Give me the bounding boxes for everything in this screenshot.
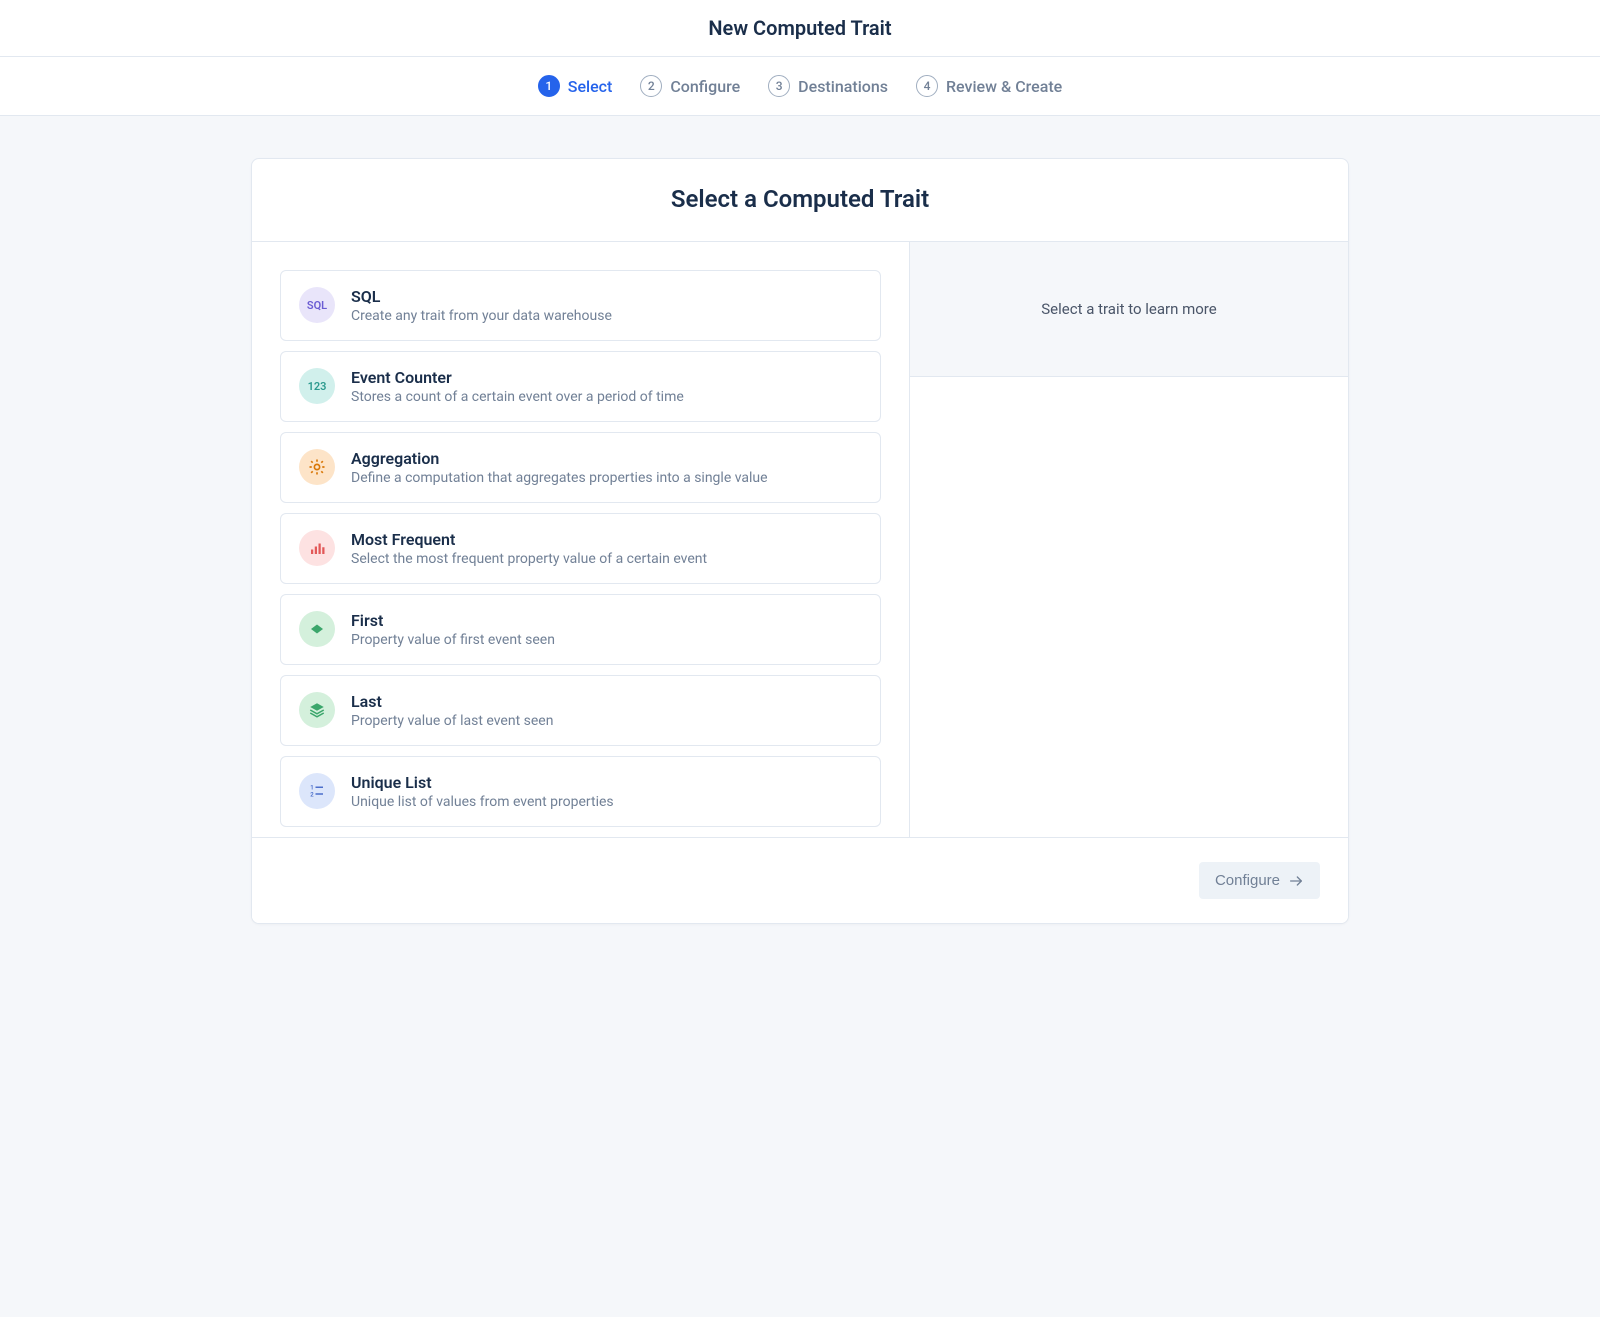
trait-desc: Unique list of values from event propert… — [351, 794, 862, 810]
trait-text: SQL Create any trait from your data ware… — [351, 287, 862, 324]
card-header: Select a Computed Trait — [252, 159, 1348, 242]
step-number: 1 — [538, 75, 560, 97]
trait-desc: Define a computation that aggregates pro… — [351, 470, 862, 486]
counter-icon: 123 — [299, 368, 335, 404]
main-card: Select a Computed Trait SQL SQL Create a… — [251, 158, 1349, 924]
step-label: Select — [568, 77, 613, 96]
trait-text: Unique List Unique list of values from e… — [351, 773, 862, 810]
trait-title: Most Frequent — [351, 530, 862, 549]
diamond-icon — [299, 611, 335, 647]
bar-chart-icon — [299, 530, 335, 566]
step-destinations[interactable]: 3 Destinations — [768, 75, 888, 97]
trait-desc: Select the most frequent property value … — [351, 551, 862, 567]
step-select[interactable]: 1 Select — [538, 75, 613, 97]
svg-text:1: 1 — [310, 785, 313, 792]
trait-text: First Property value of first event seen — [351, 611, 862, 648]
numbered-list-icon: 12 — [299, 773, 335, 809]
step-label: Review & Create — [946, 77, 1062, 96]
trait-item-sql[interactable]: SQL SQL Create any trait from your data … — [280, 270, 881, 341]
step-label: Configure — [670, 77, 740, 96]
details-content — [910, 377, 1348, 837]
step-number: 3 — [768, 75, 790, 97]
step-label: Destinations — [798, 77, 888, 96]
trait-item-most-frequent[interactable]: Most Frequent Select the most frequent p… — [280, 513, 881, 584]
trait-title: First — [351, 611, 862, 630]
sql-icon: SQL — [299, 287, 335, 323]
trait-title: Aggregation — [351, 449, 862, 468]
trait-title: Last — [351, 692, 862, 711]
trait-item-unique-list[interactable]: 12 Unique List Unique list of values fro… — [280, 756, 881, 827]
page-header: New Computed Trait — [0, 0, 1600, 57]
card-body: SQL SQL Create any trait from your data … — [252, 242, 1348, 837]
trait-item-aggregation[interactable]: Aggregation Define a computation that ag… — [280, 432, 881, 503]
card-footer: Configure — [252, 837, 1348, 923]
card-title: Select a Computed Trait — [252, 185, 1348, 213]
trait-desc: Stores a count of a certain event over a… — [351, 389, 862, 405]
step-number: 2 — [640, 75, 662, 97]
svg-text:2: 2 — [310, 791, 314, 798]
stepper: 1 Select 2 Configure 3 Destinations 4 Re… — [0, 57, 1600, 116]
trait-desc: Property value of first event seen — [351, 632, 862, 648]
trait-text: Last Property value of last event seen — [351, 692, 862, 729]
step-number: 4 — [916, 75, 938, 97]
arrow-right-icon — [1288, 873, 1304, 889]
trait-text: Aggregation Define a computation that ag… — [351, 449, 862, 486]
trait-desc: Create any trait from your data warehous… — [351, 308, 862, 324]
trait-item-event-counter[interactable]: 123 Event Counter Stores a count of a ce… — [280, 351, 881, 422]
trait-text: Most Frequent Select the most frequent p… — [351, 530, 862, 567]
trait-item-first[interactable]: First Property value of first event seen — [280, 594, 881, 665]
trait-title: Event Counter — [351, 368, 862, 387]
step-configure[interactable]: 2 Configure — [640, 75, 740, 97]
details-empty-message: Select a trait to learn more — [910, 242, 1348, 377]
aggregation-icon — [299, 449, 335, 485]
step-review-create[interactable]: 4 Review & Create — [916, 75, 1062, 97]
trait-title: Unique List — [351, 773, 862, 792]
workspace: Select a Computed Trait SQL SQL Create a… — [0, 116, 1600, 1317]
trait-desc: Property value of last event seen — [351, 713, 862, 729]
details-panel: Select a trait to learn more — [909, 242, 1348, 837]
trait-text: Event Counter Stores a count of a certai… — [351, 368, 862, 405]
trait-item-last[interactable]: Last Property value of last event seen — [280, 675, 881, 746]
trait-list: SQL SQL Create any trait from your data … — [252, 242, 909, 837]
layers-icon — [299, 692, 335, 728]
trait-title: SQL — [351, 287, 862, 306]
configure-button[interactable]: Configure — [1199, 862, 1320, 899]
configure-button-label: Configure — [1215, 872, 1280, 889]
page-title: New Computed Trait — [0, 16, 1600, 40]
